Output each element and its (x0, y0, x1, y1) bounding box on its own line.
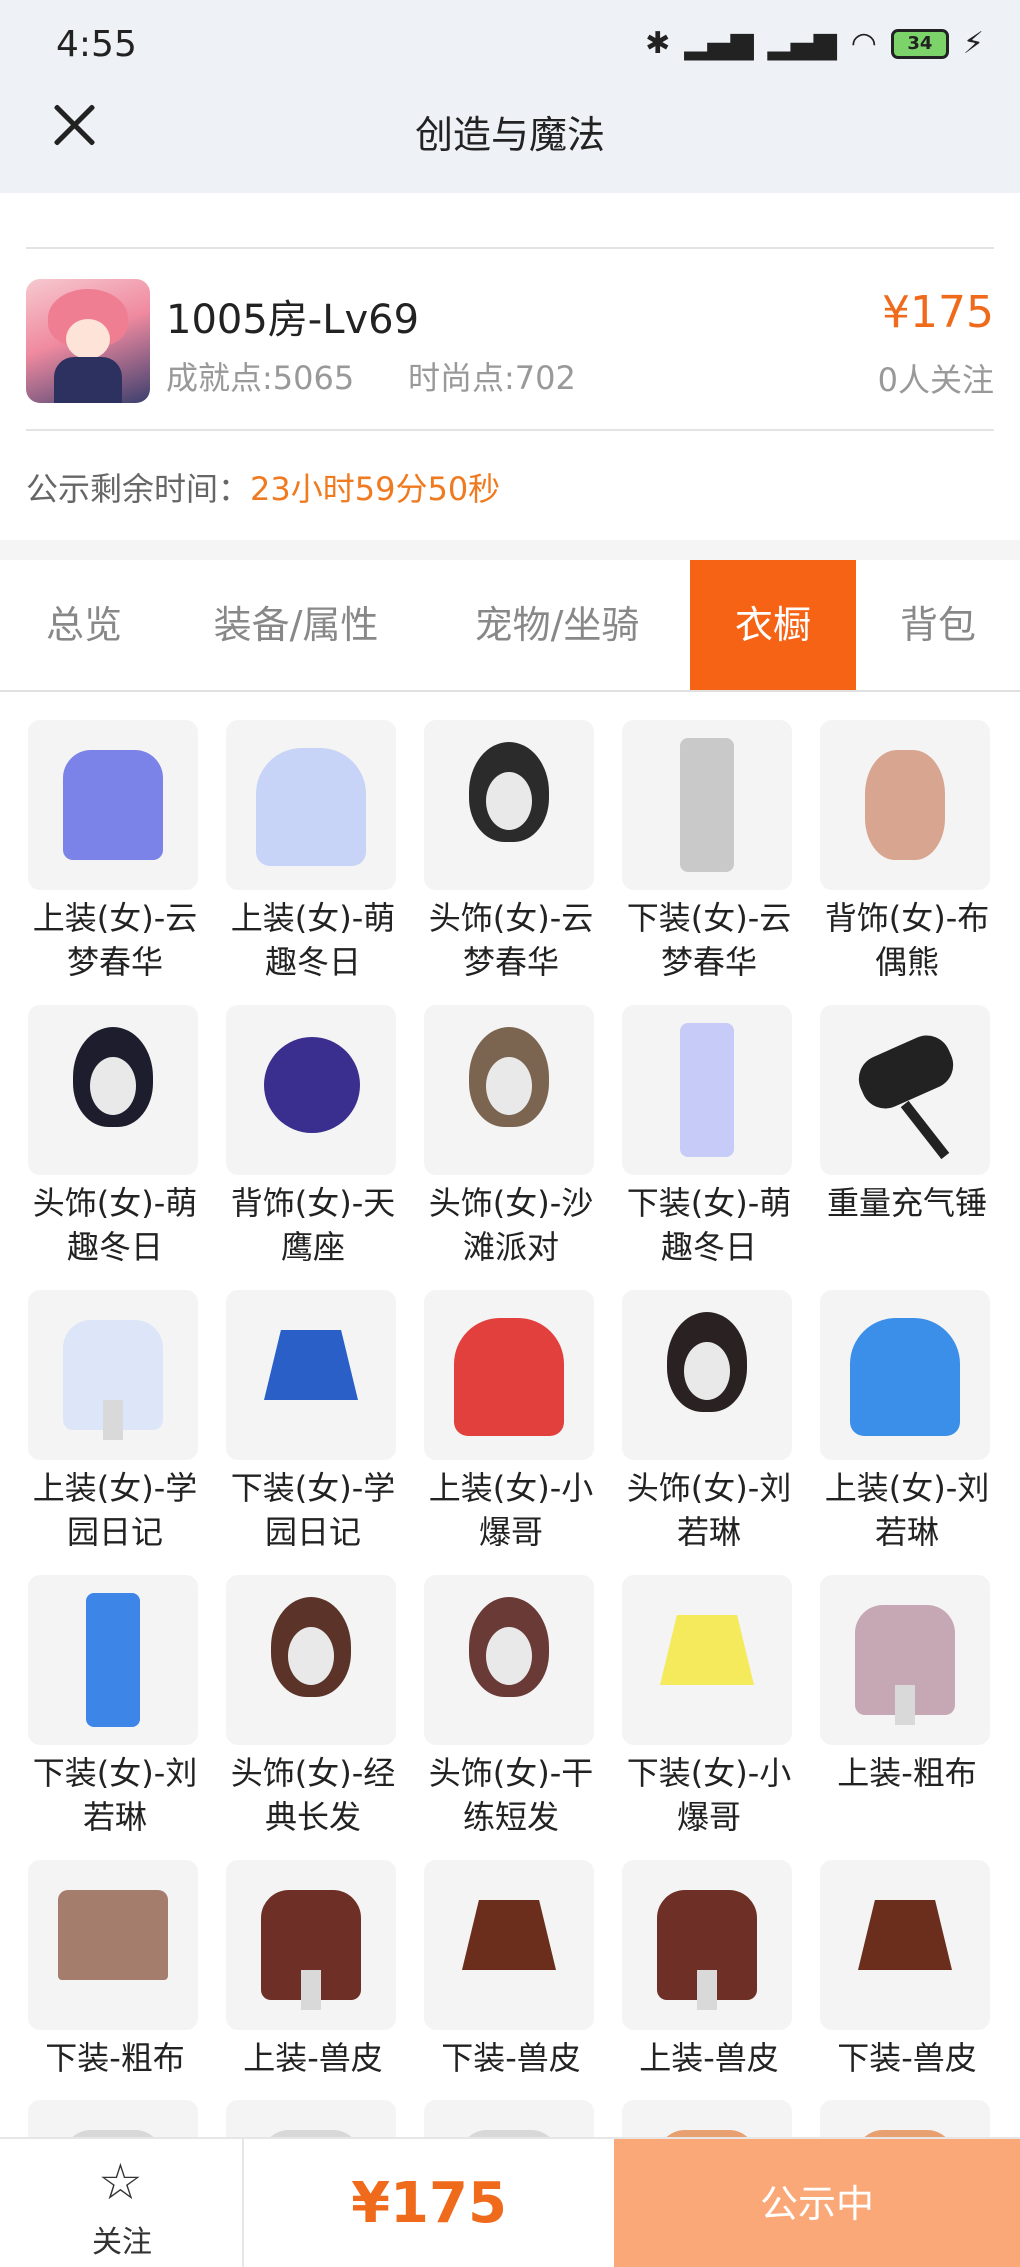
charging-icon: ⚡ (962, 26, 984, 61)
shorts-icon (28, 1860, 198, 2030)
wardrobe-item-label: 下装(女)-刘 若琳 (32, 1754, 198, 1836)
wardrobe-item-label: 下装-粗布 (45, 2039, 185, 2077)
wardrobe-item-label: 头饰(女)-沙 滩派对 (428, 1184, 594, 1266)
shirt-icon (424, 2100, 594, 2137)
skirt-icon (820, 1860, 990, 2030)
legs-icon (28, 1575, 198, 1745)
wardrobe-item-label: 上装(女)-云 梦春华 (32, 899, 198, 981)
achievement-points: 成就点:5065 (166, 359, 355, 397)
skirt-icon (226, 1290, 396, 1460)
bottom-bar: ☆ 关注 ¥175 公示中 (0, 2137, 1020, 2267)
wardrobe-item-label: 头饰(女)-干 练短发 (428, 1754, 594, 1836)
page-title: 创造与魔法 (414, 113, 605, 157)
seller-info[interactable]: 1005房-Lv69 成就点:5065 时尚点:702 ¥175 0人关注 (26, 251, 994, 431)
legs-icon (622, 1005, 792, 1175)
shirt-icon (622, 1860, 792, 2030)
seller-name: 1005房-Lv69 (166, 297, 420, 343)
hoodie-icon (820, 1290, 990, 1460)
wardrobe-item-label: 上装-兽皮 (243, 2039, 383, 2077)
wifi-icon: ◠ (850, 26, 877, 61)
wardrobe-grid: 上装(女)-云 梦春华 上装(女)-萌 趣冬日 头饰(女)-云 梦春华 下装(女)-云 梦春华… (0, 692, 1020, 2137)
follow-label: 关注 (92, 2225, 152, 2260)
shirt-icon (622, 2100, 792, 2137)
publicity-timer: 公示剩余时间：23小时59分50秒 (26, 464, 500, 510)
tab-wardrobe[interactable]: 衣橱 (690, 560, 856, 690)
top-bar: 4:55 ✱ ▂▄▆ ▂▄▆ ◠ 34 ⚡ 创造与魔法 (0, 0, 1020, 193)
wardrobe-item-label: 上装(女)-萌 趣冬日 (230, 899, 396, 981)
shirt-icon (226, 2100, 396, 2137)
wardrobe-item-label: 下装(女)-萌 趣冬日 (626, 1184, 792, 1266)
battery-icon: 34 (890, 28, 949, 59)
shirt-icon (28, 1290, 198, 1460)
status-icons: ✱ ▂▄▆ ▂▄▆ ◠ 34 ⚡ (645, 26, 984, 61)
status-time: 4:55 (56, 24, 137, 65)
hair-icon (424, 720, 594, 890)
wardrobe-item-label: 上装(女)-学 园日记 (32, 1469, 198, 1551)
shirt-icon (226, 1860, 396, 2030)
tab-bar: 总览 装备/属性 宠物/坐骑 衣橱 背包 (0, 560, 1020, 692)
publicity-status-button[interactable]: 公示中 (614, 2139, 1020, 2267)
hat-icon (424, 1005, 594, 1175)
timer-label: 公示剩余时间： (26, 470, 251, 508)
signal-2-icon: ▂▄▆ (767, 26, 837, 61)
wardrobe-item-label: 背饰(女)-天 鹰座 (230, 1184, 396, 1266)
wardrobe-item-label: 下装(女)-云 梦春华 (626, 899, 792, 981)
wardrobe-item-label: 上装(女)-小 爆哥 (428, 1469, 594, 1551)
wardrobe-item-label: 头饰(女)-刘 若琳 (626, 1469, 792, 1551)
wardrobe-item-label: 头饰(女)-经 典长发 (230, 1754, 396, 1836)
hammer-icon (820, 1005, 990, 1175)
shirt-icon (820, 1575, 990, 1745)
signal-icon: ▂▄▆ (684, 26, 754, 61)
wardrobe-item-label: 下装(女)-学 园日记 (230, 1469, 396, 1551)
wardrobe-item-label: 下装-兽皮 (837, 2039, 977, 2077)
tab-pets[interactable]: 宠物/坐骑 (424, 560, 690, 690)
wardrobe-item-label: 头饰(女)-云 梦春华 (428, 899, 594, 981)
wardrobe-item-label: 重量充气锤 (826, 1184, 987, 1222)
tab-backpack[interactable]: 背包 (856, 560, 1020, 690)
hair-icon (424, 1575, 594, 1745)
orb-icon (226, 1005, 396, 1175)
timer-countdown: 23小时59分50秒 (250, 470, 501, 508)
hair-icon (622, 1290, 792, 1460)
avatar (26, 279, 150, 403)
wardrobe-item-label: 上装-兽皮 (639, 2039, 779, 2077)
shirt-icon (28, 2100, 198, 2137)
wardrobe-item-label: 上装-粗布 (837, 1754, 977, 1792)
follow-button[interactable]: ☆ 关注 (0, 2139, 244, 2267)
section-gap (0, 540, 1020, 560)
skirt-icon (424, 1860, 594, 2030)
legs-icon (622, 720, 792, 890)
tab-overview[interactable]: 总览 (0, 560, 168, 690)
battery-level: 34 (907, 33, 933, 54)
star-icon: ☆ (98, 2153, 143, 2211)
wardrobe-item-label: 头饰(女)-萌 趣冬日 (32, 1184, 198, 1266)
hair-icon (226, 1575, 396, 1745)
teddy-bear-icon (820, 720, 990, 890)
price: ¥175 (882, 287, 994, 338)
wardrobe-item-label: 背饰(女)-布 偶熊 (824, 899, 990, 981)
skirt-icon (622, 1575, 792, 1745)
jacket-icon (226, 720, 396, 890)
wardrobe-item-label: 下装-兽皮 (441, 2039, 581, 2077)
divider (26, 193, 994, 249)
fashion-points: 时尚点:702 (408, 359, 576, 397)
dress-icon (28, 720, 198, 890)
tab-equipment[interactable]: 装备/属性 (168, 560, 424, 690)
hair-icon (28, 1005, 198, 1175)
hoodie-icon (424, 1290, 594, 1460)
wardrobe-item-label: 上装(女)-刘 若琳 (824, 1469, 990, 1551)
bluetooth-icon: ✱ (645, 26, 671, 61)
wardrobe-item-label: 下装(女)-小 爆哥 (626, 1754, 792, 1836)
follower-count: 0人关注 (877, 361, 994, 399)
shirt-icon (820, 2100, 990, 2137)
bottom-price: ¥175 (351, 2171, 507, 2236)
